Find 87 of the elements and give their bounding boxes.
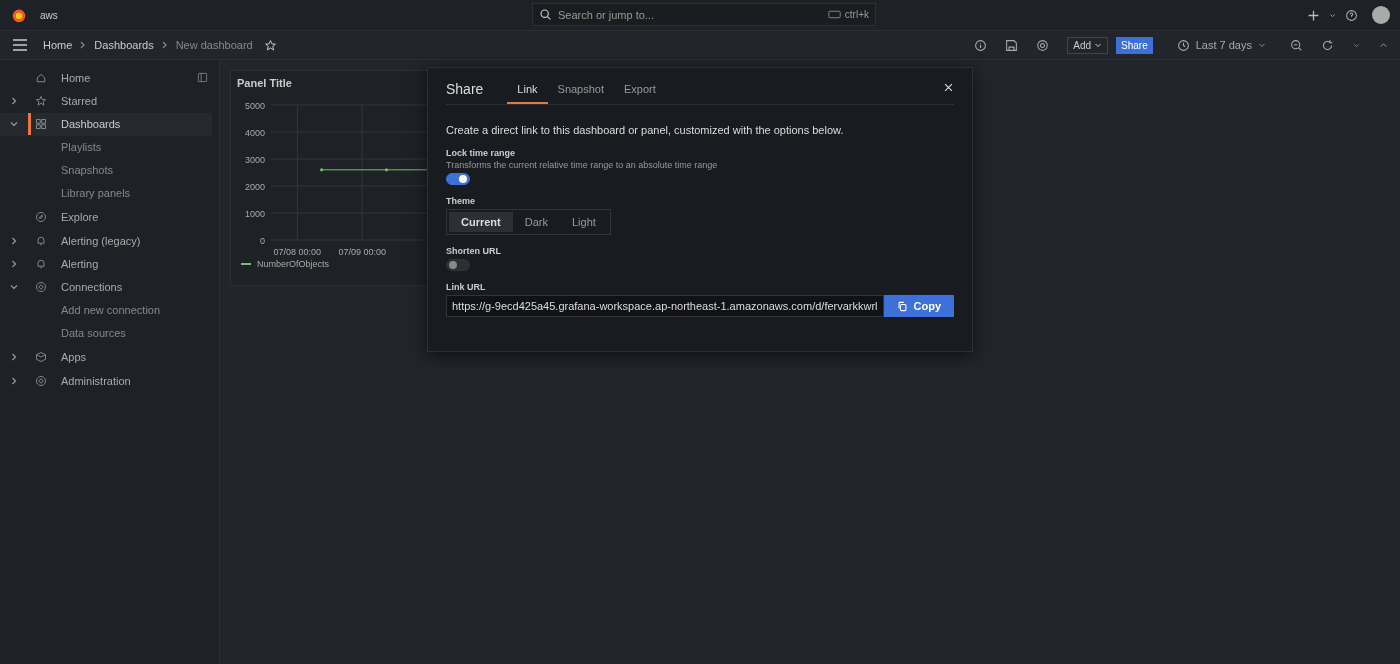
info-icon[interactable] [974,38,988,52]
grid-icon [35,118,47,131]
sidebar-subitem[interactable]: Data sources [0,322,219,346]
avatar[interactable] [1372,6,1390,24]
y-tick-label: 2000 [244,181,265,192]
collapse-icon[interactable] [1379,40,1388,50]
data-point [320,168,324,172]
chevron-icon[interactable] [10,96,18,105]
shortcut-hint: ctrl+k [844,9,869,20]
sidebar-item[interactable]: Explore [0,205,212,230]
refresh-icon[interactable] [1321,38,1334,52]
y-tick-label: 3000 [244,154,265,165]
sidebar-subitem[interactable]: Snapshots [0,159,219,183]
sidebar-item[interactable]: Starred [0,89,212,113]
chevron-icon[interactable] [10,376,18,385]
legend-label[interactable]: NumberOfObjects [257,259,330,269]
breadcrumb-link[interactable]: Dashboards [94,39,154,51]
caret-icon [1258,41,1266,49]
y-tick-label: 0 [260,235,265,246]
field-label: Shorten URL [446,246,502,256]
sidebar-item[interactable]: Connections [0,275,212,299]
toggle-switch[interactable] [446,259,470,271]
caret-icon [1094,41,1103,49]
home-icon [35,71,47,84]
chevron-icon[interactable] [10,236,18,245]
sidebar-item[interactable]: Apps [0,345,212,369]
sidebar-subitem[interactable]: Playlists [0,135,219,160]
time-range-picker[interactable]: Last 7 days [1170,37,1272,53]
share-button[interactable]: Share [1116,36,1153,54]
breadcrumb-link[interactable]: New dashboard [175,39,253,51]
sidebar-item[interactable]: Home [0,66,212,90]
toggle-switch[interactable] [446,173,470,185]
cube-icon [35,351,47,364]
sidebar-item[interactable]: Administration [0,368,212,393]
x-tick-label: 07/09 00:00 [338,247,386,257]
star-icon[interactable] [263,38,277,52]
plus-icon[interactable] [1307,8,1320,22]
copy-icon [896,300,908,312]
bell-icon [35,258,47,270]
field-label: Link URL [446,282,487,292]
chevron-icon[interactable] [10,120,18,129]
chevron-icon[interactable] [10,283,18,292]
clock-icon [1176,38,1190,52]
search-icon [539,8,552,21]
tab[interactable]: Snapshot [547,83,615,104]
x-tick-label: 07/08 00:00 [273,247,322,257]
star-icon [35,94,47,107]
sidebar-subitem[interactable]: Library panels [0,182,219,206]
sidebar-item[interactable]: Alerting (legacy) [0,229,212,253]
field-label: Theme [446,196,476,206]
y-tick-label: 5000 [244,100,265,111]
chevron-icon [160,41,169,49]
keyboard-icon [827,8,841,21]
save-icon[interactable] [1005,38,1019,52]
field-description: Transforms the current relative time range to an absolute time range [446,160,719,170]
copy-button[interactable]: Copy [883,295,954,317]
sidebar-subitem[interactable]: Add new connection [0,298,219,323]
help-icon[interactable] [1345,8,1358,22]
panel-title: Panel Title [237,77,293,89]
theme-option[interactable]: Light [559,212,608,232]
zoom-out-icon[interactable] [1290,38,1303,52]
tab[interactable]: Link [507,83,548,104]
data-point [384,168,389,172]
dialog-title: Share [446,81,484,97]
bell-icon [35,234,47,247]
sidebar-item[interactable]: Dashboards [0,112,212,136]
brand-text: aws [40,9,58,21]
theme-option[interactable]: Current [449,212,513,232]
compass-icon [35,211,47,224]
settings-icon[interactable] [1036,38,1050,52]
sidebar-item[interactable]: Alerting [0,252,212,276]
menu-icon[interactable] [12,37,28,53]
add-button[interactable]: Add [1067,36,1109,54]
tab[interactable]: Export [614,83,666,104]
search-bar[interactable]: Search or jump to... ctrl+k [532,3,876,26]
description-text: Create a direct link to this dashboard or panel, customized with the options below. [446,124,845,136]
chevron-icon[interactable] [10,260,18,268]
chevron-icon[interactable] [10,353,18,362]
y-tick-label: 1000 [244,208,265,219]
link-url-field[interactable]: https://g-9ecd425a45.grafana-workspace.ap-northeast-1.amazonaws.com/d/fervarkkwrl [446,295,884,317]
search-input[interactable]: Search or jump to... [556,7,824,22]
y-tick-label: 4000 [244,127,265,138]
theme-option[interactable]: Dark [512,212,560,232]
dock-icon[interactable] [197,72,208,84]
close-icon[interactable] [943,82,954,93]
field-label: Lock time range [446,148,517,158]
breadcrumb-link[interactable]: Home [43,39,73,51]
